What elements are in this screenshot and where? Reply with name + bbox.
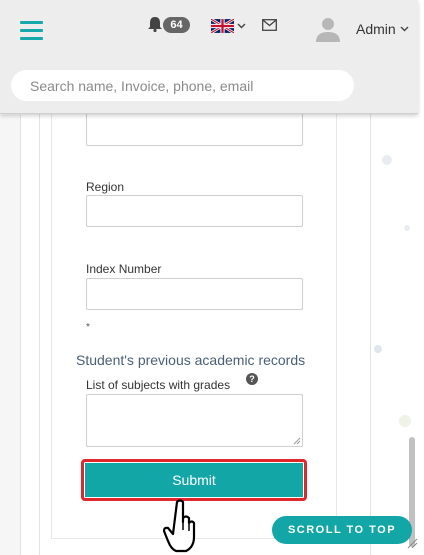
subjects-label: List of subjects with grades xyxy=(86,378,231,392)
subjects-textarea[interactable] xyxy=(86,394,303,447)
mail-icon[interactable] xyxy=(262,19,277,31)
user-menu-chevron-down-icon[interactable] xyxy=(400,24,409,33)
index-number-input[interactable] xyxy=(86,278,303,310)
window-resize-icon[interactable] xyxy=(406,537,418,549)
menu-icon[interactable] xyxy=(20,21,43,41)
section-title: Student's previous academic records xyxy=(76,352,306,368)
region-label: Region xyxy=(86,180,125,194)
help-icon[interactable]: ? xyxy=(246,373,258,385)
left-background-strip xyxy=(0,115,21,555)
scroll-to-top-button[interactable]: SCROLL TO TOP xyxy=(272,516,412,544)
user-avatar-icon[interactable] xyxy=(315,16,341,42)
card-inner-border-right xyxy=(336,113,337,539)
submit-button[interactable]: Submit xyxy=(85,463,303,497)
bell-icon[interactable] xyxy=(148,16,162,32)
search-input[interactable] xyxy=(11,70,354,101)
textarea-resize-icon[interactable] xyxy=(293,437,301,445)
user-name-label[interactable]: Admin xyxy=(356,21,396,37)
region-input[interactable] xyxy=(86,195,303,227)
previous-field-input[interactable] xyxy=(86,113,303,146)
language-chevron-down-icon[interactable] xyxy=(237,21,246,30)
notification-count-badge[interactable]: 64 xyxy=(163,17,190,33)
required-marker: * xyxy=(86,322,90,333)
card-inner-border-left xyxy=(51,113,52,539)
uk-flag-icon[interactable] xyxy=(211,19,234,33)
index-number-label: Index Number xyxy=(86,262,162,276)
pointer-hand-icon xyxy=(163,499,196,553)
top-header: 64 Admin xyxy=(0,0,418,114)
